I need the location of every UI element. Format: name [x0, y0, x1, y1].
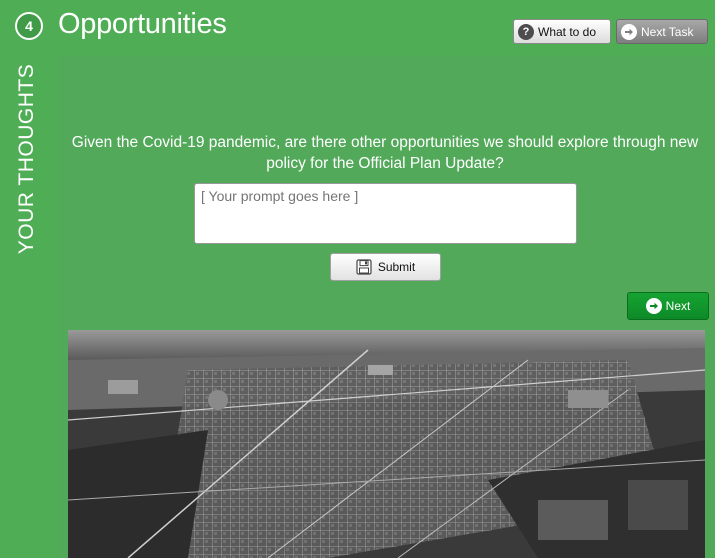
next-task-label: Next Task — [641, 24, 694, 39]
next-button[interactable]: Next — [627, 292, 709, 320]
aerial-city-photo — [68, 330, 705, 558]
arrow-right-circle-icon — [621, 23, 637, 40]
arrow-right-circle-icon — [645, 298, 662, 314]
floppy-disk-icon — [356, 259, 372, 275]
step-number-badge: 4 — [15, 12, 43, 40]
question-text: Given the Covid-19 pandemic, are there o… — [71, 134, 699, 172]
submit-label: Submit — [377, 260, 416, 274]
what-to-do-label: What to do — [538, 24, 597, 39]
next-task-button[interactable]: Next Task — [616, 19, 708, 44]
submit-button[interactable]: Submit — [330, 253, 441, 281]
next-label: Next — [665, 299, 691, 313]
what-to-do-button[interactable]: ? What to do — [513, 19, 611, 44]
answer-input[interactable] — [194, 183, 577, 244]
page-title: Opportunities — [58, 8, 227, 40]
question-circle-icon: ? — [518, 23, 534, 40]
header-bar: 4 Opportunities ? What to do Next Task — [0, 0, 715, 48]
sidebar-section-label: YOUR THOUGHTS — [12, 64, 42, 254]
your-thoughts-label: YOUR THOUGHTS — [15, 63, 38, 255]
